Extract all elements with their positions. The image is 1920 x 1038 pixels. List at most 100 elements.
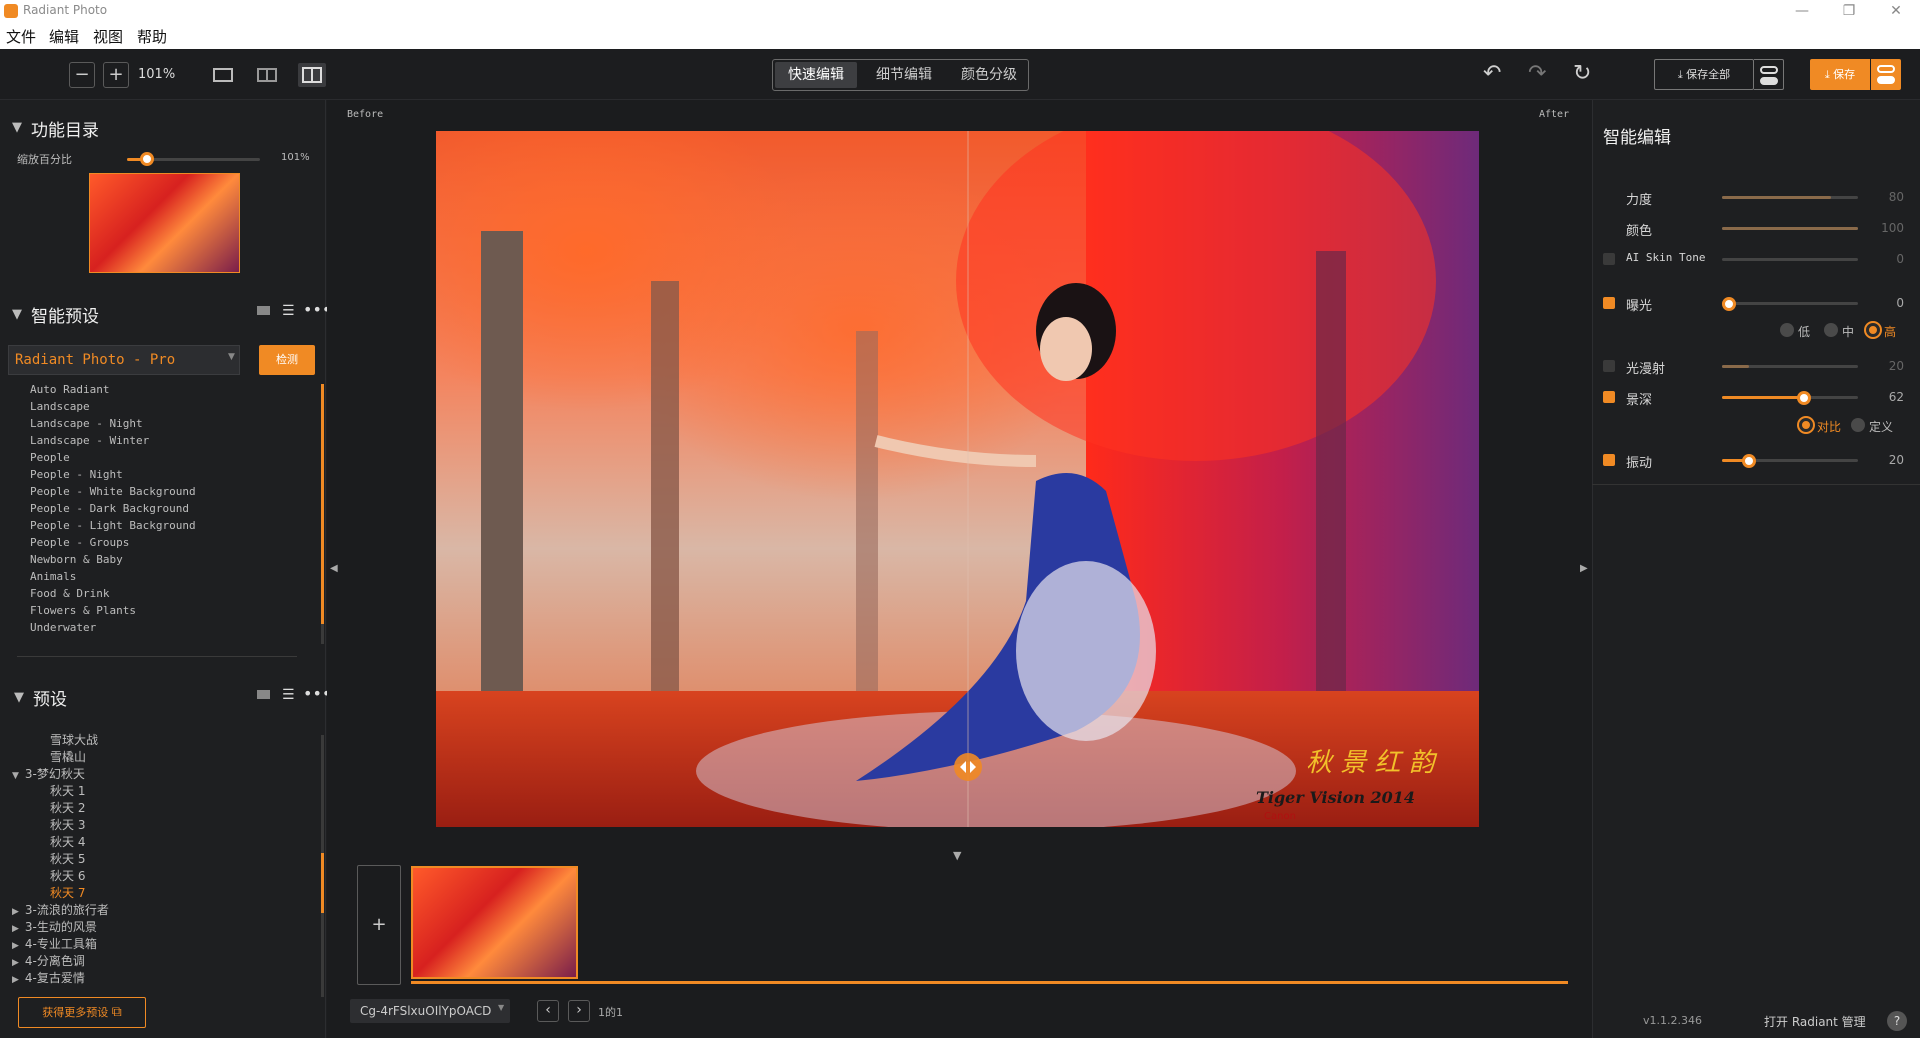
smart-preset-item[interactable]: People - Night bbox=[30, 468, 250, 485]
open-manager-link[interactable]: 打开 Radiant 管理 bbox=[1764, 1013, 1866, 1030]
slider-knob[interactable] bbox=[1796, 391, 1811, 405]
smart-preset-item[interactable]: Underwater bbox=[30, 621, 250, 638]
slider-checkbox[interactable] bbox=[1603, 360, 1615, 372]
zoom-slider-knob[interactable] bbox=[139, 152, 154, 166]
preset-tree-item[interactable]: 雪橇山 bbox=[12, 748, 312, 765]
zoom-in-button[interactable]: + bbox=[103, 62, 129, 88]
preset-tree-item[interactable]: 雪球大战 bbox=[12, 731, 312, 748]
preset-tree-item[interactable]: 秋天 7 bbox=[12, 884, 312, 901]
smart-preset-item[interactable]: Flowers & Plants bbox=[30, 604, 250, 621]
smart-preset-item[interactable]: Landscape - Winter bbox=[30, 434, 250, 451]
grid-view-icon[interactable] bbox=[257, 306, 270, 315]
menu-view[interactable]: 视图 bbox=[93, 26, 123, 47]
next-image-button[interactable]: › bbox=[568, 1000, 590, 1022]
radio-definition[interactable] bbox=[1851, 418, 1865, 432]
slider-track[interactable] bbox=[1722, 258, 1858, 261]
prev-image-button[interactable]: ‹ bbox=[537, 1000, 559, 1022]
split-view-button[interactable] bbox=[298, 63, 326, 87]
slider-knob[interactable] bbox=[1721, 297, 1736, 311]
save-button[interactable]: ⤓ 保存 bbox=[1810, 59, 1870, 90]
slider-track[interactable] bbox=[1722, 302, 1858, 305]
close-button[interactable]: ✕ bbox=[1874, 0, 1918, 23]
slider-track[interactable] bbox=[1722, 227, 1858, 230]
photo-preview[interactable]: 秋 景 红 韵 Tiger Vision 2014 Canon bbox=[436, 131, 1479, 827]
minimize-button[interactable]: — bbox=[1780, 0, 1824, 23]
smart-preset-item[interactable]: People - Dark Background bbox=[30, 502, 250, 519]
preset-tree-item[interactable]: ▶ 3-生动的风景 bbox=[12, 918, 312, 935]
reset-icon[interactable]: ↻ bbox=[1573, 61, 1591, 86]
collapse-presets-icon[interactable]: ▼ bbox=[14, 690, 24, 705]
smart-preset-item[interactable]: People - Groups bbox=[30, 536, 250, 553]
radio-mid[interactable] bbox=[1824, 323, 1838, 337]
preset-tree-item[interactable]: ▶ 4-专业工具箱 bbox=[12, 935, 312, 952]
preset-tree-item[interactable]: 秋天 3 bbox=[12, 816, 312, 833]
smart-preset-item[interactable]: Animals bbox=[30, 570, 250, 587]
filmstrip-scrollbar[interactable] bbox=[411, 981, 1568, 984]
grid-view-icon[interactable] bbox=[257, 690, 270, 699]
smart-preset-select[interactable]: Radiant Photo - Pro bbox=[8, 345, 240, 375]
slider-track[interactable] bbox=[1722, 365, 1858, 368]
preset-tree-item[interactable]: 秋天 4 bbox=[12, 833, 312, 850]
collapse-filmstrip-icon[interactable]: ▼ bbox=[953, 849, 961, 862]
smart-preset-item[interactable]: Food & Drink bbox=[30, 587, 250, 604]
expand-right-icon[interactable]: ▶ bbox=[12, 941, 19, 951]
detect-button[interactable]: 检测 bbox=[259, 345, 315, 375]
expand-right-icon[interactable]: ▶ bbox=[12, 924, 19, 934]
save-all-button[interactable]: ⤓ 保存全部 bbox=[1654, 59, 1754, 90]
expand-right-icon[interactable]: ▶ bbox=[12, 975, 19, 985]
expand-right-icon[interactable]: ▶ bbox=[12, 907, 19, 917]
preset-tree-item[interactable]: 秋天 2 bbox=[12, 799, 312, 816]
menu-file[interactable]: 文件 bbox=[6, 26, 36, 47]
expand-down-icon[interactable]: ▼ bbox=[12, 771, 19, 781]
slider-track[interactable] bbox=[1722, 396, 1858, 399]
list-view-icon[interactable]: ☰ bbox=[282, 303, 295, 319]
preset-tree-item[interactable]: ▶ 4-复古爱情 bbox=[12, 969, 312, 986]
smart-preset-item[interactable]: Landscape - Night bbox=[30, 417, 250, 434]
tab-color-grading[interactable]: 颜色分级 bbox=[951, 62, 1027, 88]
undo-icon[interactable]: ↶ bbox=[1483, 61, 1501, 86]
slider-track[interactable] bbox=[1722, 196, 1858, 199]
save-options-button[interactable] bbox=[1871, 59, 1901, 90]
collapse-left-icon[interactable]: ◀ bbox=[330, 563, 338, 574]
menu-help[interactable]: 帮助 bbox=[137, 26, 167, 47]
slider-checkbox[interactable] bbox=[1603, 391, 1615, 403]
tab-quick-edit[interactable]: 快速编辑 bbox=[775, 62, 857, 88]
smart-preset-item[interactable]: Newborn & Baby bbox=[30, 553, 250, 570]
slider-checkbox[interactable] bbox=[1603, 253, 1615, 265]
slider-checkbox[interactable] bbox=[1603, 297, 1615, 309]
smart-preset-item[interactable]: Landscape bbox=[30, 400, 250, 417]
slider-checkbox[interactable] bbox=[1603, 454, 1615, 466]
expand-right-icon[interactable]: ▶ bbox=[12, 958, 19, 968]
restore-button[interactable]: ❐ bbox=[1827, 0, 1871, 23]
single-view-icon[interactable] bbox=[213, 68, 233, 82]
preset-tree-item[interactable]: 秋天 1 bbox=[12, 782, 312, 799]
menu-edit[interactable]: 编辑 bbox=[49, 26, 79, 47]
radio-high[interactable] bbox=[1866, 323, 1880, 337]
zoom-out-button[interactable]: − bbox=[69, 62, 95, 88]
help-icon[interactable]: ? bbox=[1887, 1011, 1907, 1031]
filmstrip-thumbnail[interactable] bbox=[411, 866, 578, 979]
preset-scrollbar[interactable] bbox=[321, 735, 324, 997]
smart-preset-item[interactable]: People - White Background bbox=[30, 485, 250, 502]
redo-icon[interactable]: ↷ bbox=[1528, 61, 1546, 86]
add-image-button[interactable]: + bbox=[357, 865, 401, 985]
list-view-icon[interactable]: ☰ bbox=[282, 687, 295, 703]
collapse-catalog-icon[interactable]: ▼ bbox=[12, 120, 22, 135]
collapse-right-icon[interactable]: ▶ bbox=[1580, 563, 1588, 574]
navigator-thumbnail[interactable] bbox=[89, 173, 240, 273]
radio-low[interactable] bbox=[1780, 323, 1794, 337]
get-more-presets-button[interactable]: 获得更多预设 ⧉ bbox=[18, 997, 146, 1028]
smart-preset-item[interactable]: People bbox=[30, 451, 250, 468]
smart-preset-item[interactable]: Auto Radiant bbox=[30, 383, 250, 400]
radio-contrast[interactable] bbox=[1799, 418, 1813, 432]
collapse-smart-presets-icon[interactable]: ▼ bbox=[12, 307, 22, 322]
side-by-side-icon[interactable] bbox=[257, 68, 277, 82]
filename-select[interactable]: Cg-4rFSlxuOIlYpOACD bbox=[350, 999, 510, 1023]
smart-preset-scrollbar[interactable] bbox=[321, 384, 324, 644]
preset-tree-item[interactable]: ▼ 3-梦幻秋天 bbox=[12, 765, 312, 782]
preset-tree-item[interactable]: ▶ 4-分离色调 bbox=[12, 952, 312, 969]
preset-tree-item[interactable]: ▶ 3-流浪的旅行者 bbox=[12, 901, 312, 918]
save-all-options-button[interactable] bbox=[1754, 59, 1784, 90]
preset-tree-item[interactable]: 秋天 5 bbox=[12, 850, 312, 867]
smart-preset-item[interactable]: People - Light Background bbox=[30, 519, 250, 536]
